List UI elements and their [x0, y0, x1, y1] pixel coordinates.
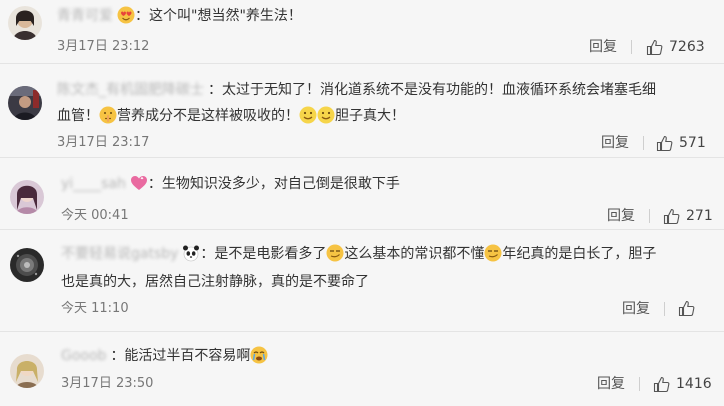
comment-body: 血管！ [57, 108, 99, 124]
reply-button[interactable]: 回复 [601, 134, 629, 152]
reply-button[interactable]: 回复 [622, 300, 650, 318]
comment-item: Gooob ：能活过半百不容易啊 3月17日 23:50 回复 1416 [0, 332, 724, 406]
heart-eyes-emoji-icon [117, 6, 135, 24]
divider [664, 302, 665, 316]
timestamp: 3月17日 23:12 [57, 39, 150, 54]
thumbs-up-icon [678, 300, 695, 317]
like-button[interactable]: 271 [663, 207, 713, 225]
comment-body: 也是真的大，居然自己注射静脉，真的是不要命了 [61, 274, 369, 290]
smile-emoji-icon [317, 106, 335, 124]
comment-feed: 青青可爱 ：这个叫"想当然"养生法！ 3月17日 23:12 回复 7263 陈文… [0, 0, 724, 406]
comment-item: 陈文杰_有机固肥降碳士 ：太过于无知了！消化道系统不是没有功能的！血液循环系统会堵… [0, 64, 724, 158]
timestamp: 今天 00:41 [61, 208, 129, 223]
reply-button[interactable]: 回复 [589, 38, 617, 56]
divider [631, 40, 632, 54]
username[interactable]: Gooob [61, 344, 106, 368]
comment-body: ：能活过半百不容易啊 [110, 348, 251, 364]
divider [649, 209, 650, 223]
avatar[interactable] [10, 354, 44, 388]
like-button[interactable]: 7263 [646, 38, 705, 56]
comment-text: 陈文杰_有机固肥降碳士 ：太过于无知了！消化道系统不是没有功能的！血液循环系统会堵… [57, 78, 656, 102]
heart-emoji-icon [130, 174, 148, 192]
comment-text: 不要轻易说gatsby ：是不是电影看多了 这么基本的常识都不懂 年纪真的是白长了，胆… [61, 242, 656, 266]
like-button[interactable]: 12 [678, 300, 695, 317]
comment-body: 这么基本的常识都不懂 [344, 246, 485, 262]
shush-emoji-icon [99, 106, 117, 124]
like-count: 271 [686, 208, 713, 224]
comment-text: yi____sah ：生物知识没多少，对自己倒是很敢下手 [61, 172, 400, 196]
smile-emoji-icon [299, 106, 317, 124]
comment-text: Gooob ：能活过半百不容易啊 [61, 344, 268, 368]
comment-body: ：太过于无知了！消化道系统不是没有功能的！血液循环系统会堵塞毛细 [208, 82, 656, 98]
timestamp: 今天 11:10 [61, 301, 129, 316]
comment-item: 青青可爱 ：这个叫"想当然"养生法！ 3月17日 23:12 回复 7263 [0, 0, 724, 64]
avatar[interactable] [10, 180, 44, 214]
comment-item: yi____sah ：生物知识没多少，对自己倒是很敢下手 今天 00:41 回复 … [0, 158, 724, 230]
comment-body: 胆子真大！ [335, 108, 405, 124]
comment-text-line-2: 也是真的大，居然自己注射静脉，真的是不要命了 [61, 270, 369, 294]
crying-emoji-icon [250, 346, 268, 364]
like-button[interactable]: 571 [656, 134, 706, 152]
timestamp: 3月17日 23:17 [57, 135, 150, 150]
like-count: 571 [679, 135, 706, 151]
thumbs-up-icon [663, 208, 680, 225]
username[interactable]: 青青可爱 [57, 4, 113, 28]
thumbs-up-icon [656, 135, 673, 152]
reply-button[interactable]: 回复 [607, 207, 635, 225]
like-button[interactable]: 1416 [653, 375, 712, 393]
thumbs-up-icon [653, 376, 670, 393]
reply-button[interactable]: 回复 [597, 375, 625, 393]
comment-item: 不要轻易说gatsby ：是不是电影看多了 这么基本的常识都不懂 年纪真的是白长了，胆… [0, 230, 724, 332]
timestamp: 3月17日 23:50 [61, 376, 154, 391]
comment-body: 年纪真的是白长了，胆子 [502, 246, 657, 262]
comment-text: 青青可爱 ：这个叫"想当然"养生法！ [57, 4, 302, 28]
comment-body: ：这个叫"想当然"养生法！ [135, 8, 302, 24]
divider [639, 377, 640, 391]
like-count: 1416 [676, 376, 712, 392]
avatar[interactable] [10, 248, 44, 282]
username[interactable]: 陈文杰_有机固肥降碳士 [57, 78, 204, 102]
divider [643, 136, 644, 150]
comment-body: ：生物知识没多少，对自己倒是很敢下手 [147, 176, 400, 192]
username[interactable]: 不要轻易说gatsby [61, 242, 178, 266]
comment-body: ：是不是电影看多了 [200, 246, 327, 262]
like-count: 7263 [669, 39, 705, 55]
panda-emoji-icon [182, 244, 200, 262]
comment-body: 营养成分不是这样被吸收的！ [117, 108, 299, 124]
username[interactable]: yi____sah [61, 172, 126, 196]
smirk-emoji-icon [484, 244, 502, 262]
avatar[interactable] [8, 86, 42, 120]
thumbs-up-icon [646, 39, 663, 56]
comment-text-line-2: 血管！ 营养成分不是这样被吸收的！ 胆子真大！ [57, 104, 405, 128]
avatar[interactable] [8, 6, 42, 40]
smirk-emoji-icon [326, 244, 344, 262]
